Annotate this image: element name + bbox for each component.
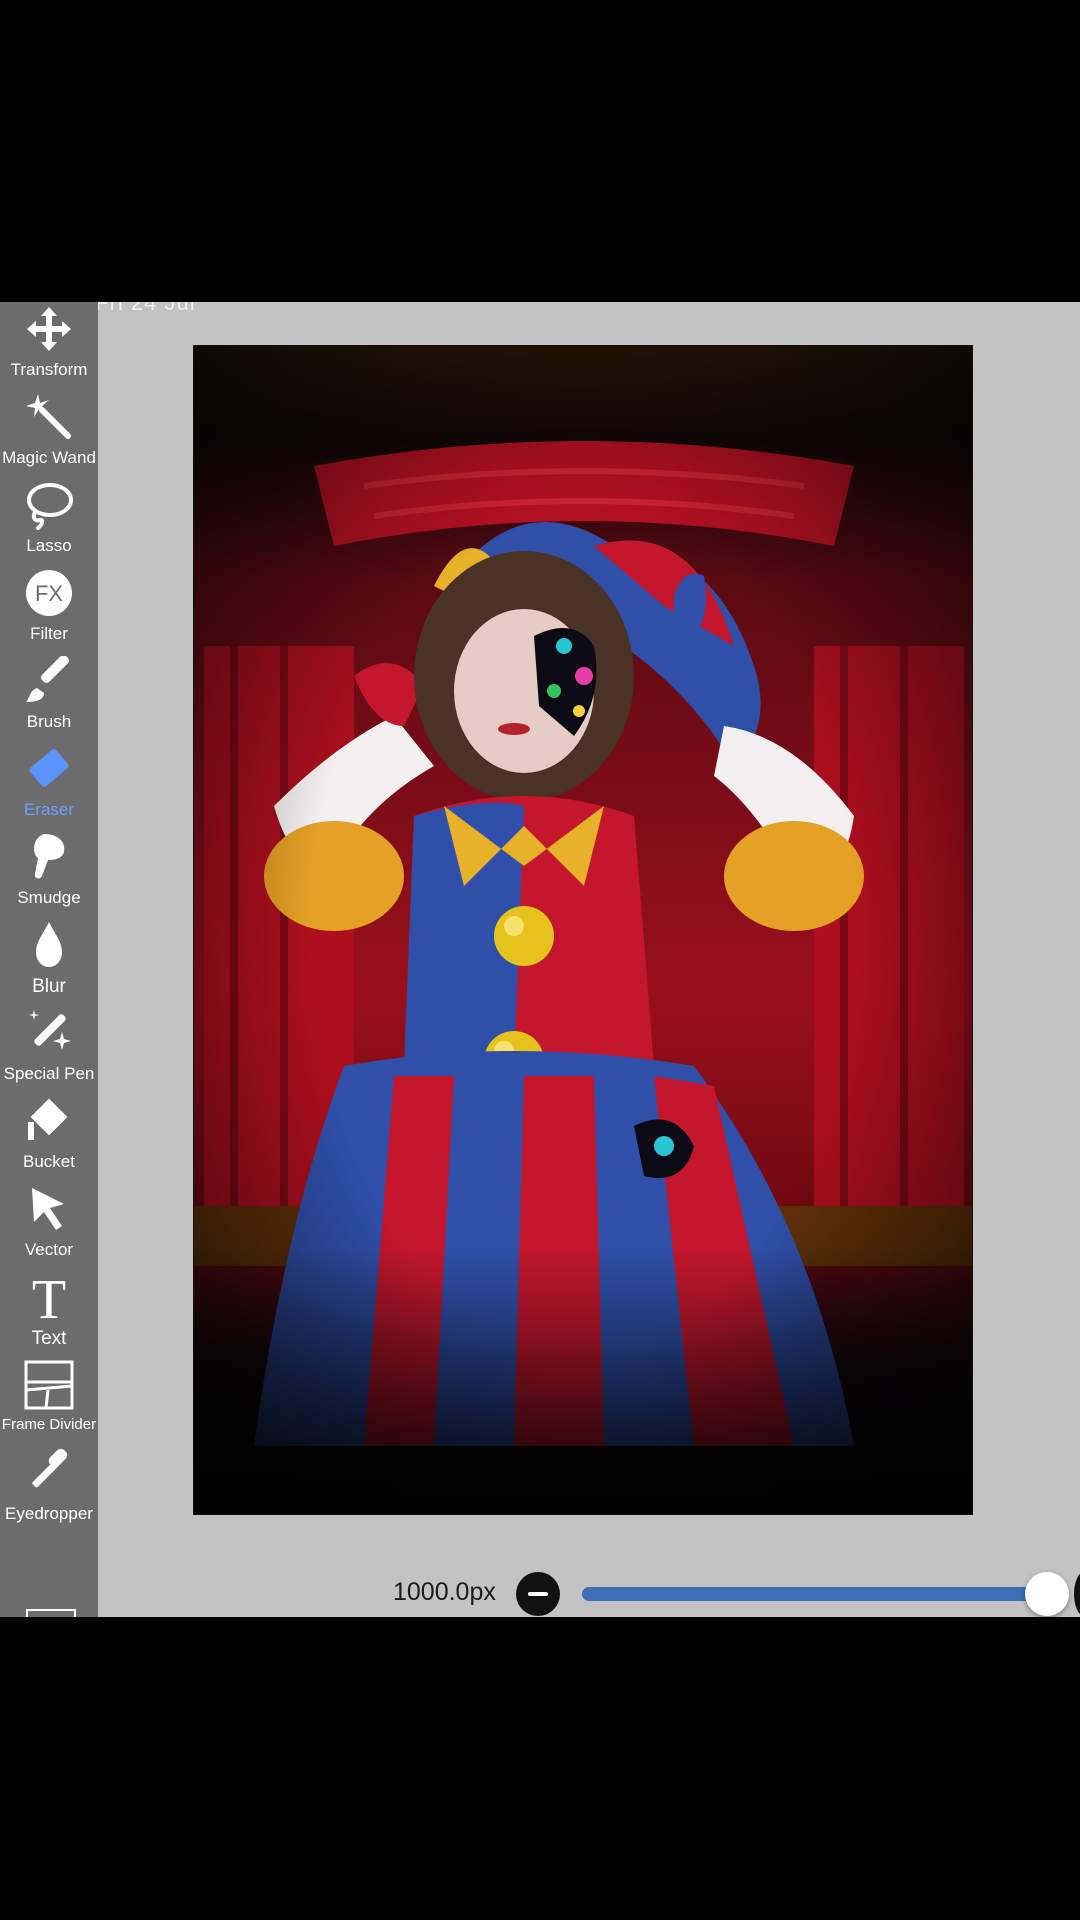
tool-label: Transform xyxy=(10,360,88,379)
tool-label: Eyedropper xyxy=(5,1504,93,1523)
tool-filter[interactable]: FX Filter xyxy=(0,568,98,654)
brush-size-slider[interactable] xyxy=(582,1587,1048,1601)
tool-label: Lasso xyxy=(26,536,72,555)
brush-icon xyxy=(26,656,69,702)
tool-label: Text xyxy=(31,1328,67,1349)
drawing-canvas[interactable] xyxy=(193,345,973,1515)
svg-text:T: T xyxy=(32,1272,66,1322)
decrease-size-button[interactable] xyxy=(516,1572,560,1616)
tool-lasso[interactable]: Lasso xyxy=(0,480,98,566)
tool-brush[interactable]: Brush xyxy=(0,656,98,742)
brush-size-slider-knob[interactable] xyxy=(1025,1572,1069,1616)
tool-frame-divider[interactable]: Frame Divider xyxy=(0,1360,98,1446)
tool-magic-wand[interactable]: Magic Wand xyxy=(0,392,98,478)
tool-bucket[interactable]: Bucket xyxy=(0,1096,98,1182)
svg-text:FX: FX xyxy=(35,581,63,606)
letterbox-top xyxy=(0,0,1080,302)
increase-size-button[interactable] xyxy=(1074,1572,1080,1616)
tool-eyedropper[interactable]: Eyedropper xyxy=(0,1448,98,1534)
tool-text[interactable]: T Text xyxy=(0,1272,98,1358)
paint-bucket-icon xyxy=(28,1098,68,1140)
tool-label: Eraser xyxy=(23,800,75,819)
brush-size-value: 1000.0px xyxy=(393,1578,496,1606)
tool-label: Smudge xyxy=(17,888,81,907)
tool-next-partial[interactable] xyxy=(26,1609,76,1617)
fx-filter-icon: FX xyxy=(26,570,72,616)
eraser-icon xyxy=(29,749,69,787)
frame-divider-icon xyxy=(24,1360,74,1410)
lasso-icon xyxy=(27,483,73,530)
move-arrows-icon xyxy=(27,307,71,351)
app-screen: 15:41 Fri 24 Jul Transform Magic Wand La… xyxy=(0,302,1080,1617)
tool-label: Frame Divider xyxy=(1,1416,97,1433)
text-t-icon: T xyxy=(32,1272,66,1322)
droplet-icon xyxy=(36,922,62,967)
tool-label: Bucket xyxy=(23,1152,75,1171)
tool-label: Special Pen xyxy=(3,1064,95,1083)
tool-label: Blur xyxy=(32,976,66,997)
tool-blur[interactable]: Blur xyxy=(0,920,98,1006)
tool-label: Brush xyxy=(26,712,72,731)
cursor-arrow-icon xyxy=(32,1188,64,1230)
tool-smudge[interactable]: Smudge xyxy=(0,832,98,918)
tool-label: Magic Wand xyxy=(2,448,96,467)
tool-vector[interactable]: Vector xyxy=(0,1184,98,1270)
magic-wand-icon xyxy=(26,394,71,439)
tool-special-pen[interactable]: Special Pen xyxy=(0,1008,98,1094)
tool-label: Vector xyxy=(24,1240,74,1259)
sparkle-pen-icon xyxy=(29,1010,71,1050)
tool-transform[interactable]: Transform xyxy=(0,304,98,390)
tool-sidebar: Transform Magic Wand Lasso FX Filter Bru… xyxy=(0,302,98,1617)
canvas-artwork xyxy=(194,346,972,1514)
eyedropper-icon xyxy=(32,1448,68,1488)
tool-label: Filter xyxy=(30,624,68,643)
letterbox-bottom xyxy=(0,1617,1080,1920)
tool-eraser[interactable]: Eraser xyxy=(0,744,98,830)
smudge-finger-icon xyxy=(34,834,65,879)
